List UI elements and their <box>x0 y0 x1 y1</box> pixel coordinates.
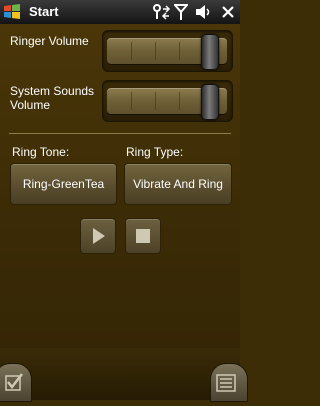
slider-tick <box>155 92 156 110</box>
play-icon <box>93 228 105 244</box>
speaker-icon[interactable] <box>194 3 212 21</box>
start-title[interactable]: Start <box>29 4 59 19</box>
ringer-volume-slider[interactable] <box>102 30 233 72</box>
signal-antenna-icon[interactable] <box>172 3 190 21</box>
system-sounds-volume-thumb[interactable] <box>200 84 219 120</box>
slider-tick <box>179 92 180 110</box>
title-bar: Start <box>0 0 240 25</box>
menu-list-icon <box>216 374 236 392</box>
slider-tick <box>131 42 132 60</box>
ringer-volume-thumb[interactable] <box>200 34 219 70</box>
slider-tick <box>155 42 156 60</box>
connectivity-icon[interactable] <box>152 3 172 21</box>
slider-tick <box>131 92 132 110</box>
stop-button[interactable] <box>125 218 161 254</box>
ring-type-select[interactable]: Vibrate And Ring <box>124 163 232 205</box>
ring-tone-select[interactable]: Ring-GreenTea <box>10 163 117 205</box>
ring-type-label: Ring Type: <box>126 145 184 159</box>
ok-softkey[interactable] <box>0 363 32 402</box>
slider-tick <box>179 42 180 60</box>
close-icon[interactable] <box>220 3 236 21</box>
menu-softkey[interactable] <box>210 363 248 402</box>
windows-flag-icon[interactable] <box>2 2 22 22</box>
ringer-volume-label: Ringer Volume <box>10 34 89 48</box>
system-sounds-volume-slider[interactable] <box>102 80 233 122</box>
softkey-bar <box>0 348 240 400</box>
system-sounds-volume-label: System Sounds Volume <box>10 84 95 112</box>
ring-tone-label: Ring Tone: <box>12 145 70 159</box>
play-button[interactable] <box>80 218 116 254</box>
stop-icon <box>136 229 150 243</box>
section-divider <box>9 133 231 134</box>
checkmark-icon <box>5 373 23 391</box>
